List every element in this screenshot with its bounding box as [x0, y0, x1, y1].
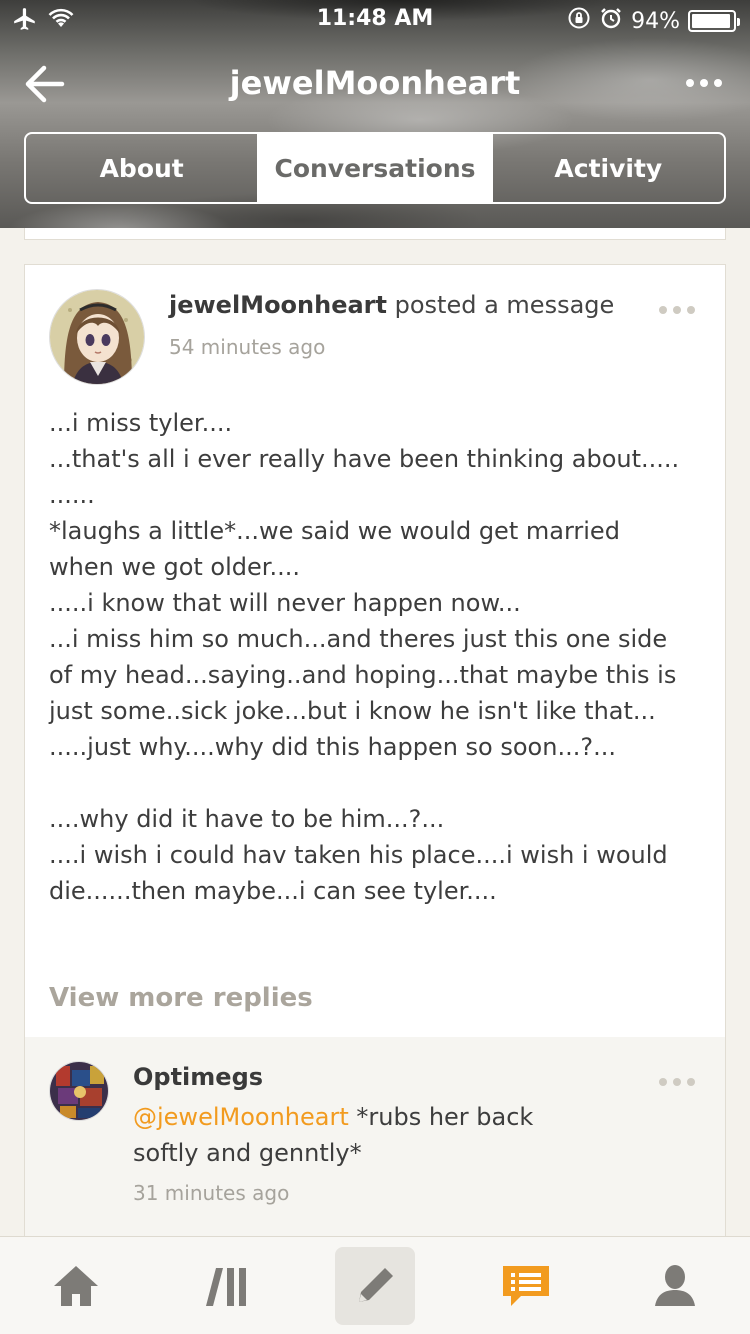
more-dots-icon — [686, 79, 694, 87]
more-dots-icon — [659, 306, 667, 314]
alarm-icon — [599, 6, 623, 36]
post-author[interactable]: jewelMoonheart — [169, 291, 387, 319]
tab-compose[interactable] — [335, 1247, 415, 1325]
tab-profile[interactable] — [635, 1247, 715, 1325]
tab-about[interactable]: About — [26, 134, 260, 202]
reply-avatar[interactable] — [49, 1061, 109, 1121]
status-bar: 11:48 AM 94% — [0, 0, 750, 40]
reply-mention[interactable]: @jewelMoonheart — [133, 1103, 349, 1131]
post-card: jewelMoonheart posted a message 54 minut… — [24, 264, 726, 1245]
home-icon — [54, 1266, 98, 1306]
more-button[interactable] — [686, 68, 726, 98]
page-title: jewelMoonheart — [229, 64, 521, 102]
post-action: posted a message — [387, 291, 615, 319]
previous-card-edge — [24, 228, 726, 240]
bottom-tab-bar — [0, 1236, 750, 1334]
profile-icon — [655, 1265, 695, 1306]
profile-tabs: About Conversations Activity — [24, 132, 726, 204]
compose-icon — [359, 1268, 393, 1302]
reply-options-button[interactable] — [659, 1075, 699, 1089]
tab-activity[interactable]: Activity — [493, 134, 724, 202]
tab-feed[interactable] — [186, 1247, 266, 1325]
feed-icon — [206, 1268, 246, 1306]
avatar[interactable] — [49, 289, 145, 385]
messages-icon — [503, 1266, 549, 1306]
post-header: jewelMoonheart posted a message — [169, 291, 614, 319]
view-more-replies-link[interactable]: View more replies — [49, 983, 313, 1013]
reply-text: @jewelMoonheart *rubs her back softly an… — [133, 1099, 583, 1171]
reply-author[interactable]: Optimegs — [133, 1063, 263, 1091]
battery-percent: 94% — [631, 8, 680, 34]
post-time: 54 minutes ago — [169, 335, 326, 359]
more-dots-icon — [659, 1078, 667, 1086]
tab-home[interactable] — [36, 1247, 116, 1325]
post-options-button[interactable] — [659, 303, 699, 317]
orientation-lock-icon — [567, 6, 591, 36]
reply-time: 31 minutes ago — [133, 1181, 290, 1205]
nav-bar: jewelMoonheart — [0, 50, 750, 120]
battery-icon — [688, 10, 740, 32]
post-body: ...i miss tyler.... ...that's all i ever… — [49, 409, 680, 905]
tab-messages[interactable] — [486, 1247, 566, 1325]
tab-conversations[interactable]: Conversations — [259, 134, 493, 202]
reply-item: Optimegs @jewelMoonheart *rubs her back … — [25, 1037, 725, 1245]
profile-header: 11:48 AM 94% jewelMoonheart About Conver… — [0, 0, 750, 228]
